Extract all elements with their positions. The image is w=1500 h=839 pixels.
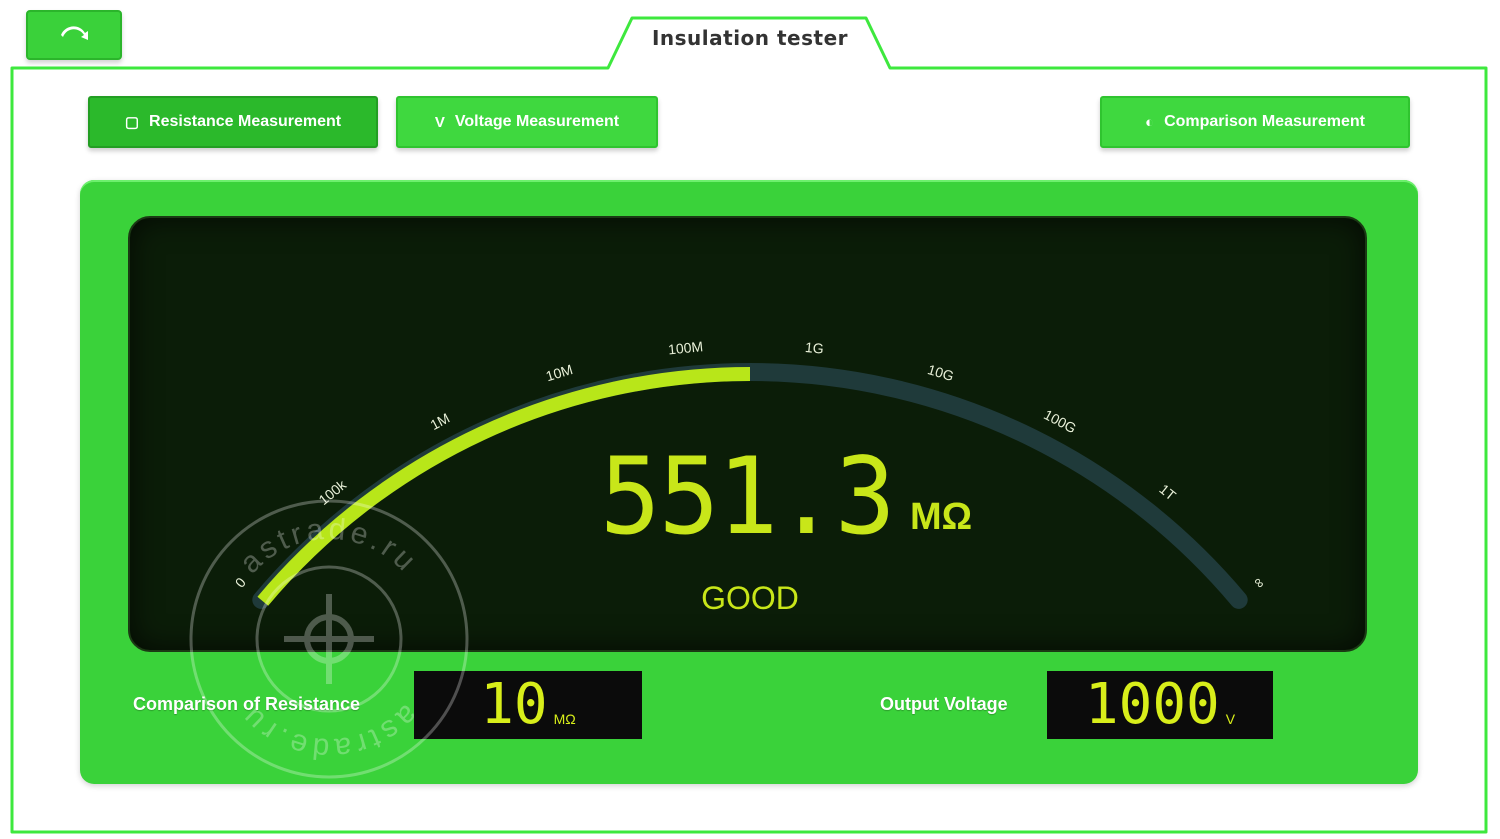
comparison-value: 10: [480, 672, 548, 737]
output-voltage-label: Output Voltage: [880, 694, 1008, 714]
gauge-scale-label: 100G: [1041, 406, 1079, 436]
gauge-scale-label: 0: [232, 574, 249, 590]
gauge-scale-label: 10G: [926, 361, 956, 384]
gauge-scale-label: ∞: [1250, 573, 1269, 591]
resistance-value: 551.3: [600, 435, 896, 558]
gauge-scale-label: 100M: [667, 338, 703, 357]
output-voltage-value: 1000: [1084, 672, 1220, 737]
comparison-display[interactable]: 10 MΩ: [414, 671, 642, 739]
resistance-unit: MΩ: [910, 496, 973, 538]
gauge-scale-label: 1T: [1156, 481, 1179, 504]
status-indicator: GOOD: [701, 580, 799, 616]
gauge-scale-label: 10M: [544, 361, 575, 384]
output-voltage-unit: V: [1225, 711, 1236, 727]
main-readout: 551.3: [600, 440, 909, 550]
gauge-scale-label: 1M: [428, 410, 453, 433]
gauge-scale-label: 1G: [804, 339, 824, 357]
comparison-unit: MΩ: [553, 711, 576, 727]
output-voltage-display[interactable]: 1000 V: [1047, 671, 1273, 739]
comparison-label: Comparison of Resistance: [133, 694, 361, 714]
gauge-scale-label: 100k: [315, 476, 349, 508]
